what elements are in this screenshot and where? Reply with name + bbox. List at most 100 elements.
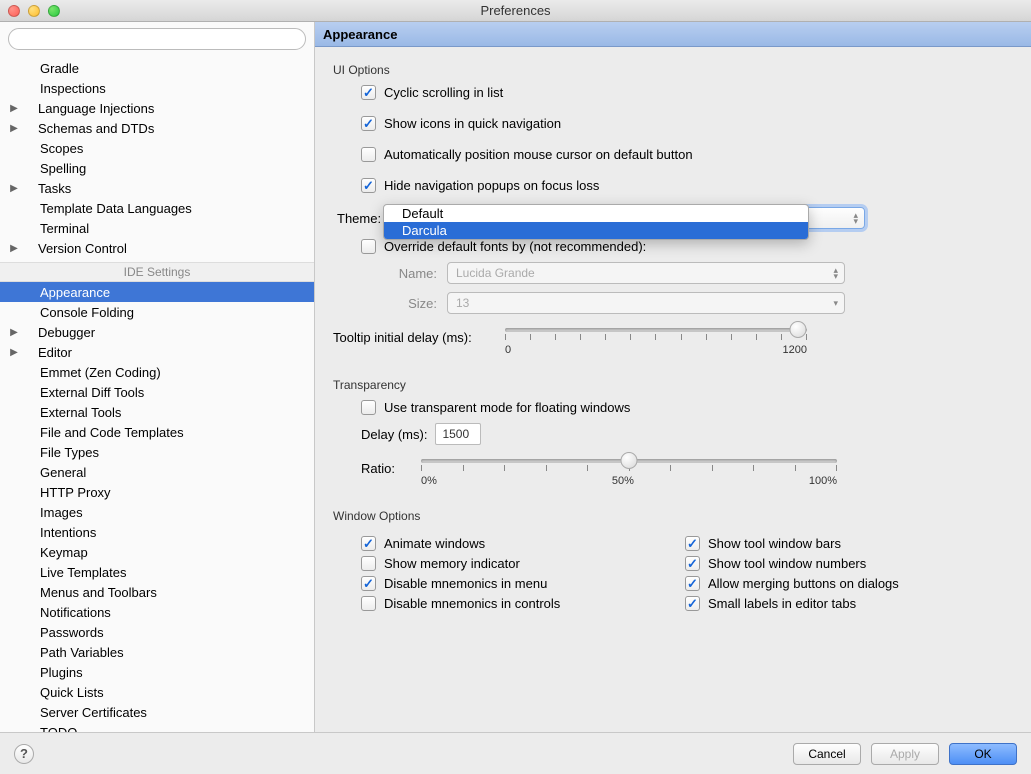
slider-knob[interactable] (621, 452, 638, 469)
disclosure-triangle-icon[interactable]: ▶ (6, 327, 22, 338)
theme-option-default[interactable]: Default (384, 205, 808, 222)
checkbox-mnemonics_controls[interactable] (361, 596, 376, 611)
settings-panel: Appearance UI Options Cyclic scrolling i… (315, 22, 1031, 732)
label-tool_bars: Show tool window bars (708, 536, 841, 551)
disclosure-triangle-icon[interactable]: ▶ (6, 123, 22, 134)
tree-item[interactable]: Notifications (0, 602, 314, 622)
tree-item[interactable]: Scopes (0, 138, 314, 158)
tree-item[interactable]: Passwords (0, 622, 314, 642)
tree-item[interactable]: Spelling (0, 158, 314, 178)
tree-item[interactable]: HTTP Proxy (0, 482, 314, 502)
tree-item[interactable]: Quick Lists (0, 682, 314, 702)
tree-item[interactable]: Path Variables (0, 642, 314, 662)
settings-tree[interactable]: GradleInspections▶Language Injections▶Sc… (0, 56, 314, 732)
tree-item[interactable]: Terminal (0, 218, 314, 238)
delay-label: Delay (ms): (361, 427, 435, 442)
tree-item[interactable]: ▶Version Control (0, 238, 314, 258)
tree-item[interactable]: File Types (0, 442, 314, 462)
tree-item[interactable]: Console Folding (0, 302, 314, 322)
ok-button[interactable]: OK (949, 743, 1017, 765)
ratio-max: 100% (809, 475, 837, 487)
tree-item[interactable]: Gradle (0, 58, 314, 78)
section-ui-options: UI Options (333, 63, 1009, 77)
tree-item[interactable]: ▶Tasks (0, 178, 314, 198)
section-window-options: Window Options (333, 509, 1009, 523)
checkbox-merge_dialogs[interactable] (685, 576, 700, 591)
tree-item-label: File Types (40, 445, 99, 460)
tree-item-label: Debugger (38, 325, 95, 340)
size-label: Size: (389, 296, 447, 311)
checkbox-mnemonics_menu[interactable] (361, 576, 376, 591)
zoom-icon[interactable] (48, 5, 60, 17)
tree-item[interactable]: ▶ Debugger (0, 322, 314, 342)
tree-item-label: Passwords (40, 625, 104, 640)
tree-item-label: Schemas and DTDs (38, 121, 154, 136)
tree-item[interactable]: Keymap (0, 542, 314, 562)
tree-item[interactable]: Menus and Toolbars (0, 582, 314, 602)
close-icon[interactable] (8, 5, 20, 17)
checkbox-transparent-mode[interactable] (361, 400, 376, 415)
tree-item[interactable]: Intentions (0, 522, 314, 542)
tree-item[interactable]: Appearance (0, 282, 314, 302)
disclosure-triangle-icon[interactable]: ▶ (6, 183, 22, 194)
label-tool_numbers: Show tool window numbers (708, 556, 866, 571)
tree-item[interactable]: Images (0, 502, 314, 522)
checkbox-override-fonts[interactable] (361, 239, 376, 254)
delay-input[interactable]: 1500 (435, 423, 481, 445)
checkbox-hide-popups[interactable] (361, 178, 376, 193)
tree-item-label: Appearance (40, 285, 110, 300)
tree-item-label: Live Templates (40, 565, 126, 580)
slider-knob[interactable] (789, 321, 806, 338)
tree-item[interactable]: TODO (0, 722, 314, 732)
tree-item[interactable]: ▶Editor (0, 342, 314, 362)
disclosure-triangle-icon[interactable]: ▶ (6, 243, 22, 254)
section-transparency: Transparency (333, 378, 1009, 392)
cancel-button[interactable]: Cancel (793, 743, 861, 765)
checkbox-memory[interactable] (361, 556, 376, 571)
label-show-icons: Show icons in quick navigation (384, 116, 561, 131)
label-merge_dialogs: Allow merging buttons on dialogs (708, 576, 899, 591)
disclosure-triangle-icon[interactable]: ▶ (6, 103, 22, 114)
tree-item-label: Plugins (40, 665, 83, 680)
checkbox-tool_numbers[interactable] (685, 556, 700, 571)
font-name-select[interactable]: Lucida Grande ▴▾ (447, 262, 845, 284)
disclosure-triangle-icon[interactable]: ▶ (6, 347, 22, 358)
tree-item-label: Spelling (40, 161, 86, 176)
tree-item[interactable]: External Tools (0, 402, 314, 422)
checkbox-animate[interactable] (361, 536, 376, 551)
tree-item[interactable]: External Diff Tools (0, 382, 314, 402)
tree-item-label: Menus and Toolbars (40, 585, 157, 600)
minimize-icon[interactable] (28, 5, 40, 17)
tree-item[interactable]: Template Data Languages (0, 198, 314, 218)
tree-item[interactable]: Live Templates (0, 562, 314, 582)
tree-item[interactable]: Plugins (0, 662, 314, 682)
checkbox-small_labels[interactable] (685, 596, 700, 611)
tree-item[interactable]: Inspections (0, 78, 314, 98)
tree-item[interactable]: Emmet (Zen Coding) (0, 362, 314, 382)
help-button[interactable]: ? (14, 744, 34, 764)
tree-item[interactable]: Server Certificates (0, 702, 314, 722)
apply-button[interactable]: Apply (871, 743, 939, 765)
tree-item-label: Template Data Languages (40, 201, 192, 216)
tree-item-label: Scopes (40, 141, 83, 156)
tree-item[interactable]: General (0, 462, 314, 482)
checkbox-cyclic-scrolling[interactable] (361, 85, 376, 100)
tree-item[interactable]: ▶ Schemas and DTDs (0, 118, 314, 138)
tree-item[interactable]: File and Code Templates (0, 422, 314, 442)
ratio-slider[interactable] (421, 459, 837, 463)
checkbox-tool_bars[interactable] (685, 536, 700, 551)
tooltip-delay-label: Tooltip initial delay (ms): (333, 328, 505, 345)
theme-option-darcula[interactable]: Darcula (384, 222, 808, 239)
font-size-select[interactable]: 13 ▾ (447, 292, 845, 314)
tree-item-label: Emmet (Zen Coding) (40, 365, 161, 380)
search-input[interactable] (8, 28, 306, 50)
tooltip-min: 0 (505, 344, 511, 356)
checkbox-show-icons[interactable] (361, 116, 376, 131)
label-mnemonics_controls: Disable mnemonics in controls (384, 596, 560, 611)
tree-item[interactable]: ▶Language Injections (0, 98, 314, 118)
tree-item-label: File and Code Templates (40, 425, 184, 440)
tooltip-delay-slider[interactable] (505, 328, 807, 332)
tree-item-label: Path Variables (40, 645, 124, 660)
theme-dropdown[interactable]: Default Darcula (383, 204, 809, 240)
checkbox-auto-position[interactable] (361, 147, 376, 162)
